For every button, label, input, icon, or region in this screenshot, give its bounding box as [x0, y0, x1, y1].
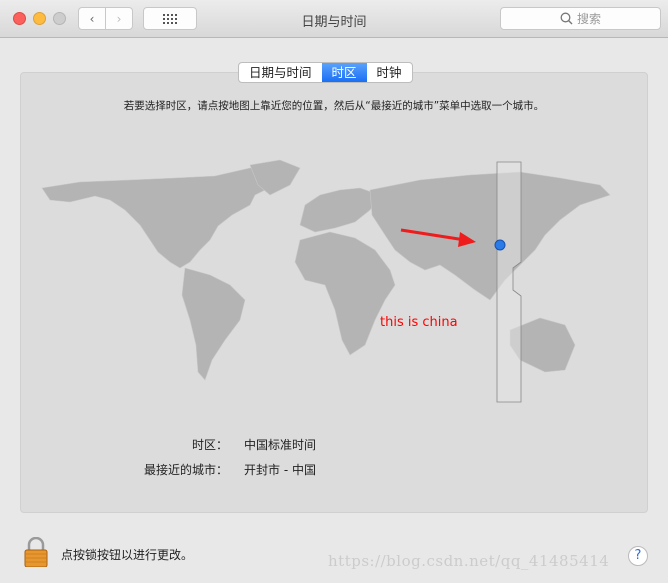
help-button[interactable]: ? — [628, 546, 648, 566]
north-america — [41, 167, 291, 269]
world-map[interactable] — [0, 0, 668, 583]
city-select[interactable]: 开封市 - 中国 — [244, 461, 316, 478]
timezone-band — [496, 161, 522, 403]
timezone-label: 时区： — [191, 438, 228, 452]
timezone-value: 中国标准时间 — [244, 438, 317, 452]
city-label: 最接近的城市： — [143, 463, 228, 477]
annotation-text: this is china — [380, 315, 458, 330]
continents — [41, 159, 611, 381]
south-america — [181, 267, 246, 381]
lock-icon[interactable] — [24, 537, 48, 567]
tab-timezone[interactable]: 时区 — [321, 63, 367, 82]
lock-text: 点按锁按钮以进行更改。 — [61, 548, 194, 562]
location-pin[interactable] — [494, 239, 506, 251]
tab-clock[interactable]: 时钟 — [367, 63, 412, 82]
africa — [294, 231, 396, 356]
europe — [299, 187, 381, 233]
tab-date-time[interactable]: 日期与时间 — [239, 63, 322, 82]
tab-bar: 日期与时间 时区 时钟 — [238, 62, 413, 83]
watermark: https://blog.csdn.net/qq_41485414 — [328, 552, 610, 570]
asia — [369, 171, 611, 301]
